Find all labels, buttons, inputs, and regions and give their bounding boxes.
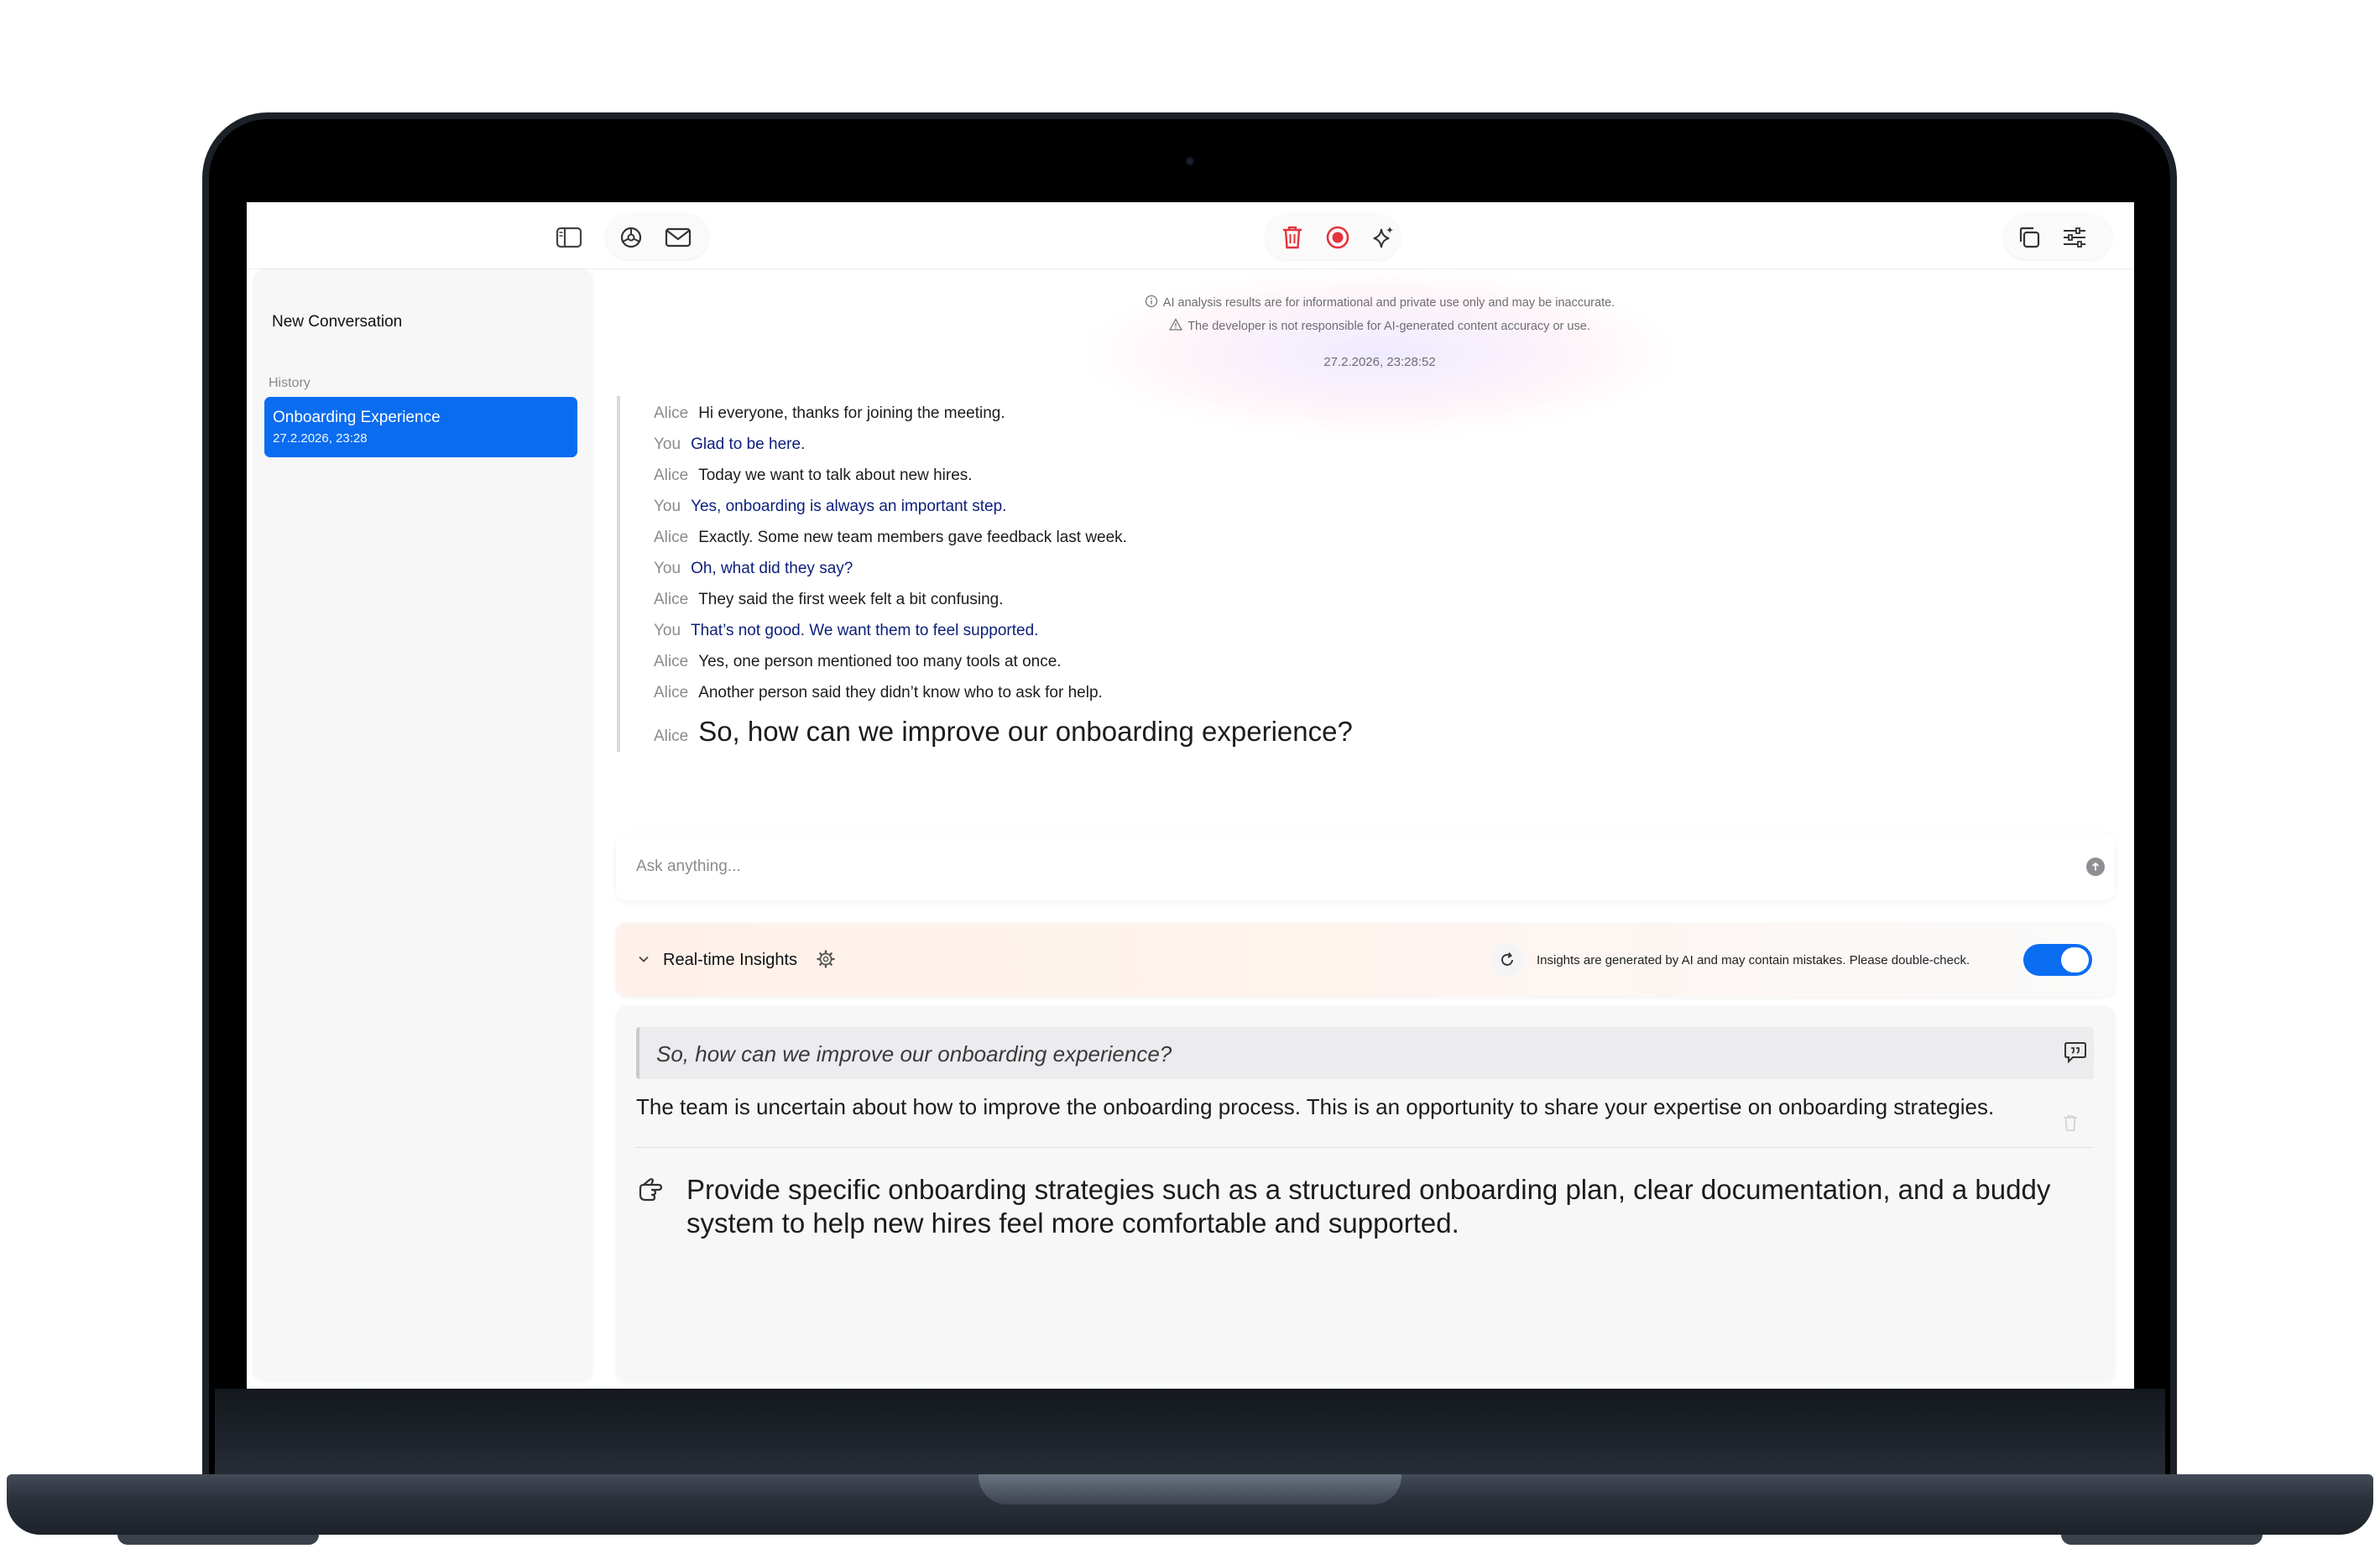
sparkle-icon[interactable] <box>1366 221 1400 254</box>
record-icon[interactable] <box>1321 221 1354 254</box>
insight-card: So, how can we improve our onboarding ex… <box>616 1006 2115 1382</box>
transcript: Alice Hi everyone, thanks for joining the… <box>617 396 1708 752</box>
laptop-chin <box>215 1389 2165 1474</box>
trash-icon[interactable] <box>1276 221 1309 254</box>
quote-bubble-icon[interactable] <box>2063 1040 2088 1068</box>
insight-suggestion: Provide specific onboarding strategies s… <box>686 1174 2051 1239</box>
message-text: Glad to be here. <box>691 435 806 453</box>
history-item-date: 27.2.2026, 23:28 <box>273 431 368 446</box>
transcript-line: Alice Yes, one person mentioned too many … <box>654 653 1062 671</box>
history-label: History <box>269 376 311 390</box>
info-icon <box>1145 295 1157 308</box>
transcript-line: You That’s not good. We want them to feel… <box>654 622 1038 640</box>
transcript-line: Alice Today we want to talk about new hir… <box>654 467 973 485</box>
transcript-line-current: Alice So, how can we improve our onboardi… <box>654 716 1353 748</box>
camera-icon <box>1186 157 1194 165</box>
arrow-up-icon <box>2091 862 2100 871</box>
disclaimer-text-2: The developer is not responsible for AI-… <box>1187 320 1590 333</box>
refresh-button[interactable] <box>1490 943 1524 977</box>
ask-bar <box>616 833 2115 900</box>
message-text: They said the first week felt a bit conf… <box>698 591 1004 608</box>
insights-header: Real-time Insights Insights are generate… <box>616 923 2115 997</box>
transcript-line: Alice They said the first week felt a bit… <box>654 591 1003 609</box>
transcript-line: Alice Exactly. Some new team members gave… <box>654 529 1127 547</box>
conversation-timestamp: 27.2.2026, 23:28:52 <box>1323 355 1436 369</box>
trash-icon[interactable] <box>2062 1113 2079 1136</box>
message-text: Another person said they didn’t know who… <box>698 684 1103 701</box>
refresh-icon <box>1501 952 1513 966</box>
send-button[interactable] <box>2086 858 2105 876</box>
chevron-down-icon[interactable] <box>636 952 651 971</box>
insight-summary: The team is uncertain about how to impro… <box>636 1094 1995 1119</box>
mail-icon[interactable] <box>661 221 695 254</box>
sidebar-toggle-icon[interactable] <box>552 221 586 254</box>
sliders-icon[interactable] <box>2058 221 2091 254</box>
speaker-label: Alice <box>654 727 689 745</box>
message-text: Yes, one person mentioned too many tools… <box>698 653 1062 670</box>
sidebar: New Conversation History Onboarding Expe… <box>253 269 592 1382</box>
insights-disclaimer: Insights are generated by AI and may con… <box>1537 953 1970 967</box>
message-text: Exactly. Some new team members gave feed… <box>698 529 1127 546</box>
speaker-label: Alice <box>654 684 689 701</box>
speaker-label: You <box>654 622 681 639</box>
laptop-opening-notch <box>979 1474 1401 1504</box>
gear-icon[interactable] <box>816 949 836 973</box>
message-text: Yes, onboarding is always an important s… <box>691 498 1007 515</box>
laptop-foot-left <box>117 1535 319 1545</box>
ask-input[interactable] <box>636 853 1979 880</box>
speaker-label: Alice <box>654 529 689 546</box>
message-text: So, how can we improve our onboarding ex… <box>698 716 1353 747</box>
insight-divider <box>636 1147 2094 1148</box>
insights-title: Real-time Insights <box>663 951 798 969</box>
transcript-line: You Oh, what did they say? <box>654 560 853 578</box>
speaker-label: You <box>654 498 681 515</box>
disclaimer-line-1: AI analysis results are for informationa… <box>1086 291 1673 315</box>
speaker-label: You <box>654 560 681 577</box>
settings-wheel-icon[interactable] <box>614 221 648 254</box>
transcript-line: You Yes, onboarding is always an importan… <box>654 498 1006 516</box>
transcript-line: You Glad to be here. <box>654 435 805 454</box>
insights-toggle[interactable] <box>2023 944 2092 976</box>
ai-disclaimer: AI analysis results are for informationa… <box>1086 291 1673 338</box>
copy-icon[interactable] <box>2012 221 2046 254</box>
toggle-knob <box>2061 947 2089 973</box>
insight-quote: So, how can we improve our onboarding ex… <box>636 1027 2094 1079</box>
disclaimer-text-1: AI analysis results are for informationa… <box>1162 296 1615 310</box>
laptop-foot-right <box>2061 1535 2263 1545</box>
pointing-hand-icon <box>638 1176 671 1209</box>
transcript-line: Alice Hi everyone, thanks for joining the… <box>654 404 1005 423</box>
toolbar <box>247 202 2134 269</box>
warning-icon <box>1169 318 1183 331</box>
disclaimer-line-2: The developer is not responsible for AI-… <box>1086 315 1673 338</box>
speaker-label: Alice <box>654 591 689 608</box>
message-text: That’s not good. We want them to feel su… <box>691 622 1039 639</box>
message-text: Oh, what did they say? <box>691 560 853 577</box>
history-item-title: Onboarding Experience <box>273 409 441 426</box>
speaker-label: You <box>654 435 681 453</box>
speaker-label: Alice <box>654 467 689 484</box>
message-text: Hi everyone, thanks for joining the meet… <box>698 404 1005 422</box>
app-window: New Conversation History Onboarding Expe… <box>247 202 2134 1389</box>
sidebar-item-onboarding-experience[interactable]: Onboarding Experience 27.2.2026, 23:28 <box>264 397 577 457</box>
speaker-label: Alice <box>654 653 689 670</box>
quote-text: So, how can we improve our onboarding ex… <box>656 1041 1172 1066</box>
new-conversation-button[interactable]: New Conversation <box>272 313 402 331</box>
speaker-label: Alice <box>654 404 689 422</box>
message-text: Today we want to talk about new hires. <box>698 467 973 484</box>
transcript-line: Alice Another person said they didn’t kno… <box>654 684 1103 702</box>
